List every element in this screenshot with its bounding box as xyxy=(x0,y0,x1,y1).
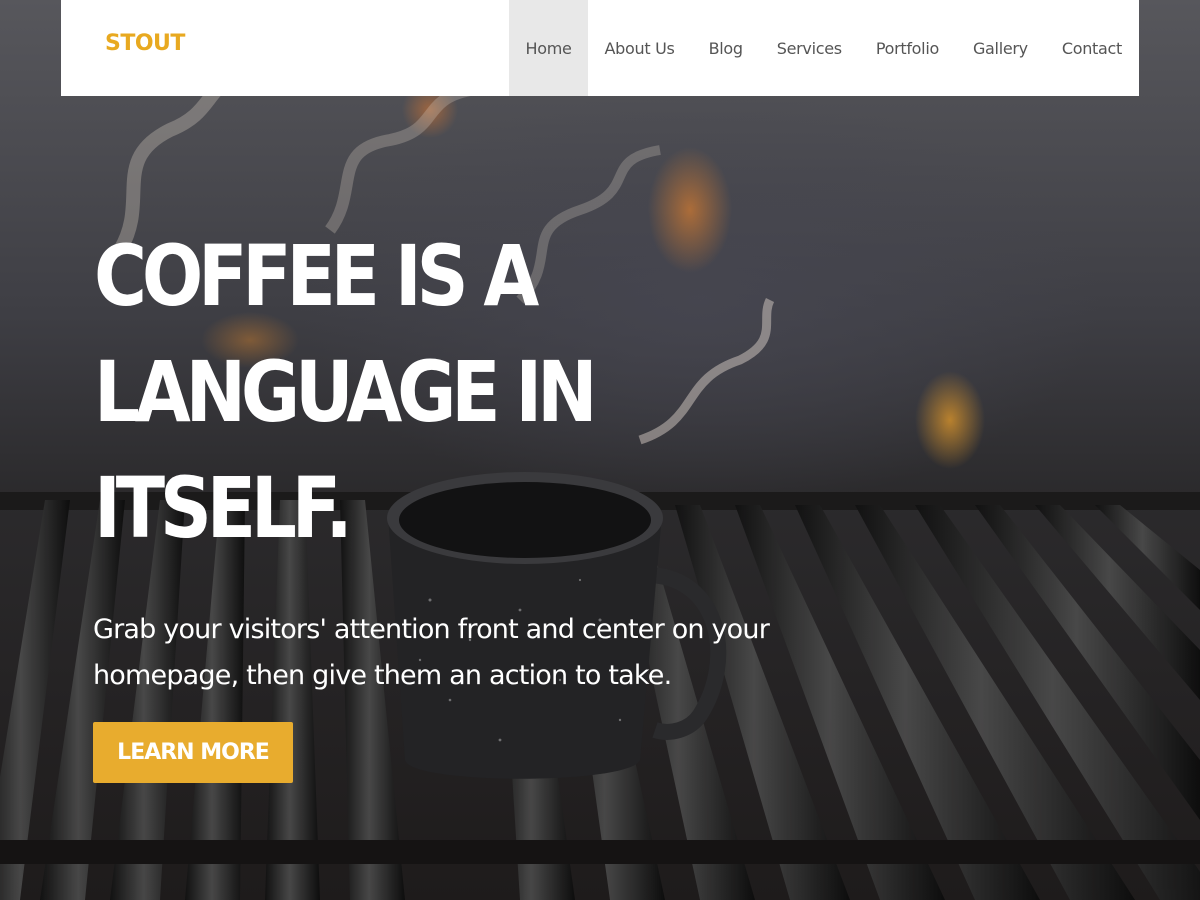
nav-home[interactable]: Home xyxy=(509,0,588,96)
nav-contact[interactable]: Contact xyxy=(1045,0,1139,96)
learn-more-button[interactable]: LEARN MORE xyxy=(93,722,293,783)
main-navigation: Home About Us Blog Services Portfolio Ga… xyxy=(509,0,1139,96)
nav-services[interactable]: Services xyxy=(760,0,859,96)
site-header: STOUT Home About Us Blog Services Portfo… xyxy=(61,0,1139,96)
hero-headline-line-1: COFFEE IS A xyxy=(94,227,539,325)
hero-headline-line-3: ITSELF. xyxy=(94,459,353,557)
nav-about-us[interactable]: About Us xyxy=(588,0,692,96)
nav-blog[interactable]: Blog xyxy=(692,0,760,96)
hero-headline-line-2: LANGUAGE IN xyxy=(94,343,598,441)
hero-background-image: COFFEE IS A LANGUAGE IN ITSELF. Grab you… xyxy=(0,0,1200,900)
site-logo[interactable]: STOUT xyxy=(105,31,185,56)
hero-subtext-line-2: homepage, then give them an action to ta… xyxy=(93,660,672,691)
hero-subtext: Grab your visitors' attention front and … xyxy=(93,607,853,699)
hero-subtext-line-1: Grab your visitors' attention front and … xyxy=(93,614,770,645)
nav-gallery[interactable]: Gallery xyxy=(956,0,1045,96)
nav-portfolio[interactable]: Portfolio xyxy=(859,0,956,96)
hero-headline: COFFEE IS A LANGUAGE IN ITSELF. xyxy=(94,218,713,566)
